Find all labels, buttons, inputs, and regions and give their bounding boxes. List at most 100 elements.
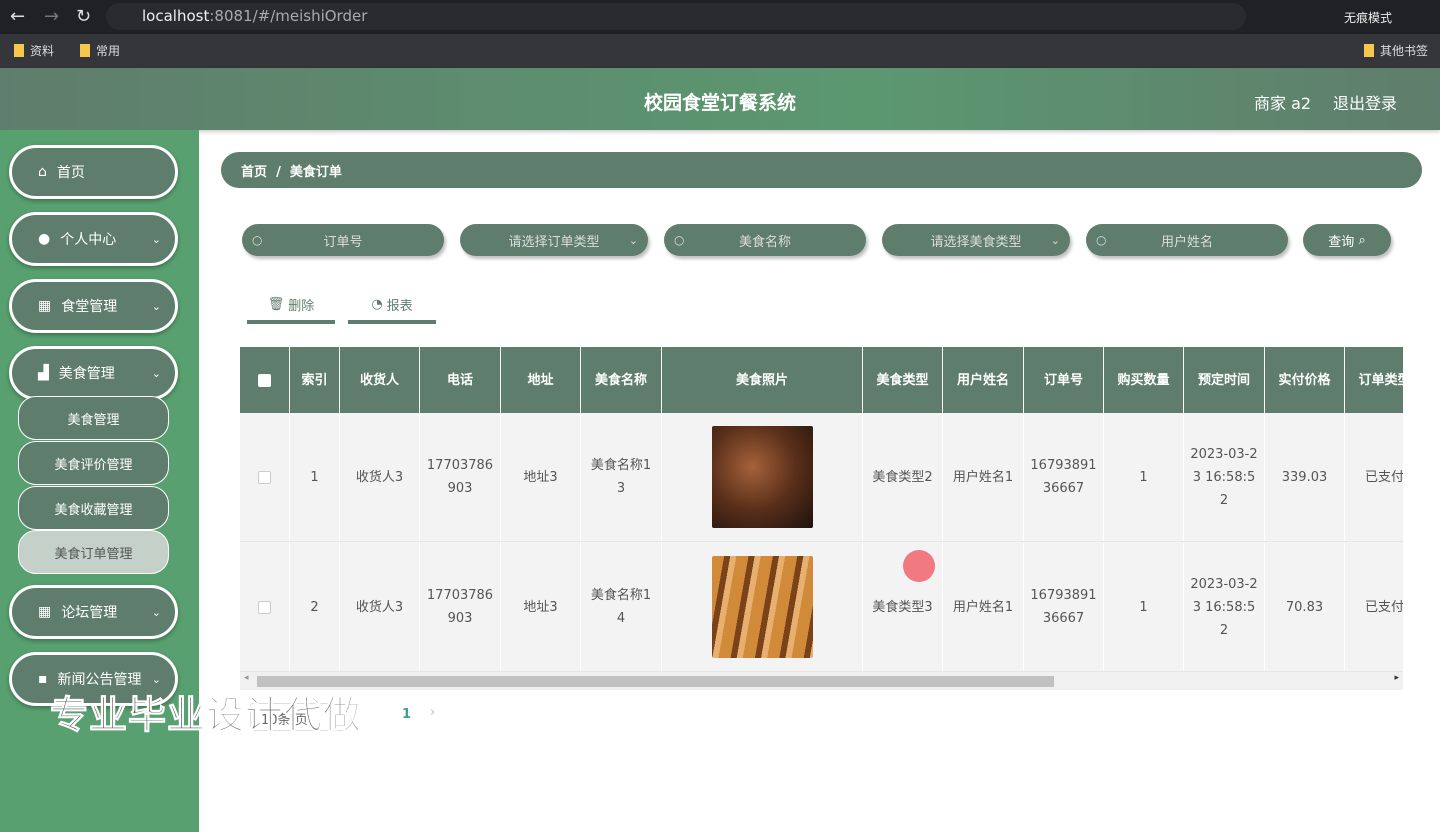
- watermark: 专业毕业设计代做: [49, 693, 363, 738]
- forward-icon[interactable]: →: [44, 6, 59, 27]
- cell-reserve-time: 2023-03-23 16:58:52: [1184, 543, 1265, 671]
- submenu-food-review[interactable]: 美食评价管理: [18, 441, 169, 485]
- placeholder: 请选择订单类型: [508, 234, 600, 250]
- row-checkbox[interactable]: [258, 600, 271, 614]
- header-user-name: 用户姓名: [943, 347, 1024, 413]
- submenu-food-manage[interactable]: 美食管理: [18, 396, 169, 440]
- chevron-down-icon: ⌄: [628, 233, 638, 247]
- horizontal-scrollbar[interactable]: ▸ ◂: [240, 672, 1403, 690]
- cell-paid-price: 70.83: [1265, 543, 1345, 671]
- search-icon: ○: [674, 233, 685, 247]
- menu-label: 美食管理: [58, 366, 115, 382]
- breadcrumb-separator: /: [276, 165, 281, 180]
- shop-icon: ▟: [38, 365, 49, 381]
- row-checkbox[interactable]: [258, 470, 271, 484]
- cell-user-name: 用户姓名1: [943, 413, 1024, 541]
- submenu-food-order[interactable]: 美食订单管理: [18, 530, 169, 574]
- sidebar-item-canteen[interactable]: ▦ 食堂管理 ⌄: [9, 279, 178, 333]
- scrollbar-thumb[interactable]: [257, 676, 1054, 687]
- placeholder: 请选择美食类型: [930, 234, 1022, 250]
- delete-label: 删除: [288, 298, 315, 314]
- table-row: 1 收货人3 17703786903 地址3 美食名称13 美食类型2 用户姓名1 16793…: [240, 413, 1403, 542]
- food-photo: [711, 556, 813, 658]
- placeholder: 美食名称: [738, 234, 791, 250]
- cell-phone: 17703786903: [420, 413, 501, 541]
- scroll-right-icon[interactable]: ▸: [1394, 673, 1399, 683]
- bookmark-1[interactable]: 常用: [80, 42, 120, 59]
- page-1[interactable]: 1: [402, 707, 411, 722]
- reload-icon[interactable]: ↻: [76, 6, 91, 27]
- search-icon: ○: [1096, 233, 1107, 247]
- address-bar[interactable]: localhost:8081/#/meishiOrder: [106, 3, 1246, 30]
- next-page-icon[interactable]: ›: [430, 705, 435, 720]
- report-label: 报表: [386, 298, 413, 314]
- order-type-select[interactable]: 请选择订单类型 ⌄: [460, 224, 648, 256]
- cell-index: 2: [290, 543, 340, 671]
- order-no-input[interactable]: ○ 订单号: [242, 224, 444, 256]
- logout-button[interactable]: 退出登录: [1333, 90, 1397, 114]
- delete-button[interactable]: 🗑 删除: [247, 288, 335, 324]
- folder-icon: [1364, 44, 1374, 57]
- header-checkbox[interactable]: [240, 347, 290, 413]
- sidebar-item-forum[interactable]: ▦ 论坛管理 ⌄: [9, 585, 178, 639]
- row-checkbox[interactable]: [258, 373, 271, 387]
- sidebar-item-home[interactable]: ⌂ 首页: [9, 145, 178, 199]
- header-order-no: 订单号: [1024, 347, 1104, 413]
- header-food-photo: 美食照片: [662, 347, 863, 413]
- sidebar-item-food[interactable]: ▟ 美食管理 ⌄: [9, 346, 178, 400]
- header-reserve-time: 预定时间: [1184, 347, 1265, 413]
- cell-checkbox[interactable]: [240, 543, 290, 671]
- sidebar-item-profile[interactable]: ● 个人中心 ⌄: [9, 212, 178, 266]
- scroll-left-icon[interactable]: ◂: [244, 673, 249, 683]
- header-index: 索引: [290, 347, 340, 413]
- back-icon[interactable]: ←: [10, 6, 25, 27]
- bookmark-0[interactable]: 资料: [14, 42, 54, 59]
- incognito-label[interactable]: 无痕模式: [1344, 9, 1392, 26]
- food-type-select[interactable]: 请选择美食类型 ⌄: [882, 224, 1070, 256]
- cell-address: 地址3: [501, 543, 581, 671]
- cell-quantity: 1: [1104, 543, 1184, 671]
- food-photo: [711, 426, 813, 528]
- cell-food-type: 美食类型2: [863, 413, 943, 541]
- bookmark-label: 资料: [30, 44, 55, 58]
- cell-food-name: 美食名称14: [581, 543, 662, 671]
- cell-user-name: 用户姓名1: [943, 543, 1024, 671]
- food-name-input[interactable]: ○ 美食名称: [664, 224, 866, 256]
- breadcrumb-home[interactable]: 首页: [241, 165, 267, 180]
- query-button[interactable]: 查询 ⌕: [1303, 224, 1391, 256]
- trash-icon: 🗑: [267, 296, 285, 312]
- cell-order-no: 1679389136667: [1024, 543, 1104, 671]
- cell-paid-price: 339.03: [1265, 413, 1345, 541]
- header-address: 地址: [501, 347, 581, 413]
- report-button[interactable]: ◔ 报表: [348, 288, 436, 324]
- query-label: 查询: [1328, 234, 1355, 250]
- cell-food-name: 美食名称13: [581, 413, 662, 541]
- app-title: 校园食堂订餐系统: [643, 92, 796, 114]
- chevron-down-icon: ⌄: [1050, 233, 1060, 247]
- menu-label: 首页: [56, 165, 85, 181]
- header-food-name: 美食名称: [581, 347, 662, 413]
- cell-index: 1: [290, 413, 340, 541]
- cell-checkbox[interactable]: [240, 413, 290, 541]
- submenu-food-favorite[interactable]: 美食收藏管理: [18, 486, 169, 530]
- grid-icon: ▦: [38, 604, 52, 620]
- table-row: 2 收货人3 17703786903 地址3 美食名称14 美食类型3 用户姓名1 16793…: [240, 543, 1403, 672]
- menu-label: 论坛管理: [61, 605, 118, 621]
- message-icon: ▪: [38, 671, 48, 687]
- breadcrumb: 首页 / 美食订单: [221, 152, 1422, 188]
- placeholder: 订单号: [323, 234, 363, 250]
- cell-order-no: 1679389136667: [1024, 413, 1104, 541]
- url-host: localhost: [142, 7, 210, 25]
- breadcrumb-current: 美食订单: [289, 165, 342, 180]
- bookmark-other[interactable]: 其他书签: [1364, 42, 1428, 59]
- header-quantity: 购买数量: [1104, 347, 1184, 413]
- cell-food-photo: [662, 543, 863, 671]
- orders-table: 索引 收货人 电话 地址 美食名称 美食照片 美食类型 用户姓名 订单号 购买数量 预定时间 实付价格…: [240, 347, 1403, 690]
- folder-icon: [80, 44, 90, 57]
- pie-chart-icon: ◔: [371, 296, 383, 312]
- app-header: 校园食堂订餐系统 商家 a2 退出登录: [0, 68, 1440, 130]
- user-name-input[interactable]: ○ 用户姓名: [1086, 224, 1288, 256]
- cell-address: 地址3: [501, 413, 581, 541]
- cell-reserve-time: 2023-03-23 16:58:52: [1184, 413, 1265, 541]
- browser-toolbar: ← → ↻ localhost:8081/#/meishiOrder 无痕模式: [0, 0, 1440, 34]
